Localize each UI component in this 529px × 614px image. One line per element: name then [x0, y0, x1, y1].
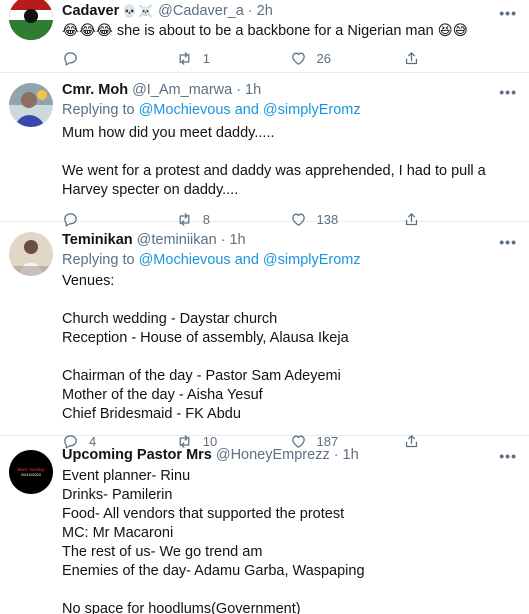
separator: ·: [333, 447, 339, 463]
replying-to-label: Replying to: [62, 252, 135, 268]
more-options-icon[interactable]: •••: [499, 447, 517, 466]
tweet-text-line: Drinks- Pamilerin: [62, 487, 173, 503]
timestamp[interactable]: 1h: [245, 81, 261, 100]
replying-to: Replying to @Mochievous and @simplyEromz: [62, 101, 517, 120]
name-emoji: 💀☠️: [122, 4, 155, 18]
tweet-text: Event planner- Rinu Drinks- Pamilerin Fo…: [62, 467, 517, 614]
handle[interactable]: @teminiikan: [137, 231, 217, 250]
tweet-actions: 1 26: [62, 43, 517, 73]
like-button[interactable]: 26: [290, 49, 404, 68]
display-name[interactable]: Upcoming Pastor Mrs: [62, 446, 212, 465]
timestamp[interactable]: 1h: [343, 446, 359, 465]
retweet-button[interactable]: 1: [176, 49, 290, 68]
tweet-text-line: No space for hoodlums(Government): [62, 601, 301, 614]
tweet-text-line: Chairman of the day - Pastor Sam Adeyemi: [62, 368, 341, 384]
tweet-text: 😂😂😂 she is about to be a backbone for a …: [62, 22, 517, 41]
tweet-text-line: MC: Mr Macaroni: [62, 525, 174, 541]
tweet-text-line: 😂😂😂 she is about to be a backbone for a …: [62, 23, 468, 39]
separator: ·: [247, 3, 253, 19]
tweet[interactable]: Cmr. Moh @I_Am_marwa · 1h ••• Replying t…: [0, 73, 529, 227]
tweet[interactable]: Teminikan @teminiikan · 1h ••• Replying …: [0, 222, 529, 449]
share-button[interactable]: [403, 50, 517, 67]
avatar[interactable]: [9, 0, 53, 40]
tweet-text-line: Chief Bridesmaid - FK Abdu: [62, 406, 241, 422]
retweet-count: 1: [202, 50, 210, 66]
heart-icon: [291, 52, 305, 65]
tweet-header: Cadaver 💀☠️ @Cadaver_a · 2h: [62, 2, 517, 22]
share-icon: [406, 51, 418, 64]
display-name[interactable]: Cmr. Moh: [62, 81, 128, 100]
avatar[interactable]: [9, 83, 53, 127]
avatar[interactable]: Black Tuesday 20/10/2020: [9, 450, 53, 494]
tweet-text-line: The rest of us- We go trend am: [62, 544, 263, 560]
more-options-icon[interactable]: •••: [499, 4, 517, 23]
handle[interactable]: @HoneyEmprezz: [216, 446, 330, 465]
avatar-date: 20/10/2020: [21, 472, 42, 477]
separator: ·: [220, 232, 226, 248]
like-count: 26: [316, 50, 331, 66]
tweet-text-line: Mum how did you meet daddy.....: [62, 125, 275, 141]
handle[interactable]: @I_Am_marwa: [132, 81, 232, 100]
tweet-text-line: Food- All vendors that supported the pro…: [62, 506, 345, 522]
tweet[interactable]: Cadaver 💀☠️ @Cadaver_a · 2h ••• 😂😂😂 she …: [0, 0, 529, 73]
separator: ·: [236, 82, 242, 98]
tweet-text-line: Church wedding - Daystar church: [62, 311, 278, 327]
reply-button[interactable]: [62, 50, 176, 67]
tweet-header: Teminikan @teminiikan · 1h: [62, 231, 517, 251]
reply-icon: [64, 51, 77, 66]
reply-mentions[interactable]: @Mochievous and @simplyEromz: [139, 252, 361, 268]
tweet-text-line: Event planner- Rinu: [62, 468, 191, 484]
timeline: Cadaver 💀☠️ @Cadaver_a · 2h ••• 😂😂😂 she …: [0, 0, 529, 614]
timestamp[interactable]: 2h: [257, 2, 273, 21]
more-options-icon[interactable]: •••: [499, 83, 517, 102]
tweet-header: Cmr. Moh @I_Am_marwa · 1h: [62, 81, 517, 101]
timestamp[interactable]: 1h: [229, 231, 245, 250]
tweet-text-line: We went for a protest and daddy was appr…: [62, 163, 490, 198]
more-options-icon[interactable]: •••: [499, 233, 517, 252]
reply-mentions[interactable]: @Mochievous and @simplyEromz: [139, 102, 361, 118]
replying-to: Replying to @Mochievous and @simplyEromz: [62, 251, 517, 270]
tweet-text: Mum how did you meet daddy..... We went …: [62, 124, 517, 200]
tweet[interactable]: Black Tuesday 20/10/2020 Upcoming Pastor…: [0, 436, 529, 614]
tweet-text-line: Mother of the day - Aisha Yesuf: [62, 387, 263, 403]
tweet-text-line: Reception - House of assembly, Alausa Ik…: [62, 330, 349, 346]
tweet-text-line: Enemies of the day- Adamu Garba, Waspapi…: [62, 563, 365, 579]
display-name[interactable]: Teminikan: [62, 231, 133, 250]
tweet-text: Venues: Church wedding - Daystar church …: [62, 272, 517, 424]
tweet-header: Upcoming Pastor Mrs @HoneyEmprezz · 1h: [62, 446, 517, 466]
tweet-text-line: Venues:: [62, 273, 115, 289]
retweet-icon: [179, 51, 190, 65]
replying-to-label: Replying to: [62, 102, 135, 118]
avatar[interactable]: [9, 232, 53, 276]
display-name[interactable]: Cadaver: [62, 2, 119, 21]
handle[interactable]: @Cadaver_a: [158, 2, 244, 21]
